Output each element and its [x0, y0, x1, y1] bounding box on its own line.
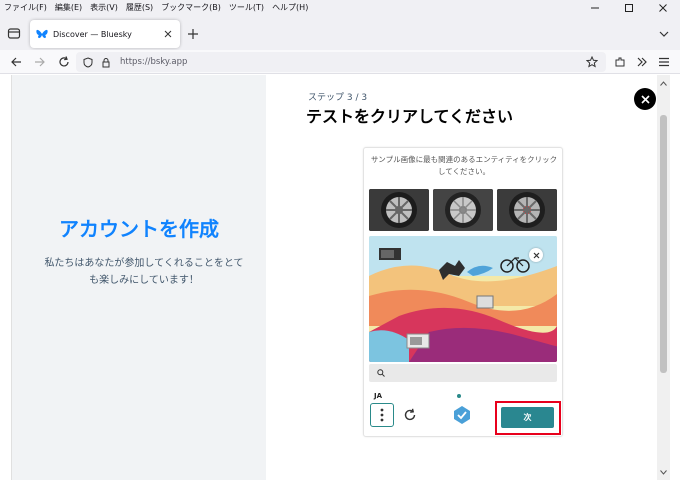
tab-bluesky[interactable]: Discover — Bluesky [30, 20, 180, 48]
page-scrollbar[interactable] [657, 75, 670, 480]
next-button[interactable]: 次 [501, 407, 554, 428]
appliance-object [476, 295, 494, 309]
welcome-message: 私たちはあなたが参加してくれることをとても楽しみにしています！ [44, 258, 244, 286]
tab-close-button[interactable] [162, 28, 174, 40]
sample-image-wheel-2 [433, 189, 493, 231]
window-close-button[interactable] [646, 0, 680, 16]
hamburger-menu-icon [659, 57, 669, 67]
tab-overflow-button[interactable] [656, 26, 672, 42]
progress-dot-active [457, 394, 461, 398]
new-tab-button[interactable] [185, 26, 201, 42]
menu-edit[interactable]: 編集(E) [51, 0, 86, 16]
puzzle-close-button[interactable] [529, 248, 543, 262]
lock-icon[interactable] [100, 56, 112, 68]
tab-title: Discover — Bluesky [53, 29, 132, 39]
url-text: https://bsky.app [120, 57, 188, 67]
menu-view[interactable]: 表示(V) [86, 0, 122, 16]
extensions-button[interactable] [612, 54, 628, 70]
chevron-down-icon [659, 31, 669, 37]
maximize-button[interactable] [612, 0, 646, 16]
page-left-edge [0, 75, 12, 480]
language-label[interactable]: JA [374, 392, 382, 400]
forward-button[interactable] [32, 54, 48, 70]
menu-tools[interactable]: ツール(T) [225, 0, 268, 16]
back-arrow-icon [11, 57, 21, 67]
shield-icon[interactable] [82, 56, 94, 68]
forward-arrow-icon [35, 57, 45, 67]
close-icon [659, 4, 667, 12]
menu-history[interactable]: 履歴(S) [122, 0, 157, 16]
captcha-refresh-button[interactable] [402, 407, 418, 423]
dialog-close-button[interactable] [634, 88, 656, 110]
bluesky-butterfly-icon [36, 28, 48, 40]
minimize-icon [591, 7, 599, 9]
dialog-title: テストをクリアしてください [306, 107, 514, 126]
maximize-icon [625, 4, 633, 12]
plus-icon [188, 29, 198, 39]
minimize-button[interactable] [578, 0, 612, 16]
sample-image-wheel-1 [369, 189, 429, 231]
reload-icon [59, 56, 69, 67]
scroll-down-arrow[interactable] [657, 466, 670, 478]
next-button-highlight: 次 [495, 401, 561, 435]
menu-file[interactable]: ファイル(F) [0, 0, 51, 16]
app-menu-button[interactable] [656, 54, 672, 70]
captcha-menu-button[interactable] [370, 403, 394, 427]
sample-images [369, 189, 557, 231]
chevron-up-icon [660, 80, 667, 86]
double-chevron-right-icon [637, 57, 647, 67]
captcha-prompt: サンプル画像に最も関連のあるエンティティをクリックしてください。 [370, 155, 558, 176]
progress-dots [457, 394, 461, 398]
bookmark-star-icon[interactable] [586, 56, 598, 68]
back-button[interactable] [8, 54, 24, 70]
captcha-provider-logo-icon [452, 405, 472, 425]
page-viewport: アカウントを作成 私たちはあなたが参加してくれることをとても楽しみにしています！… [12, 75, 670, 480]
vertical-dots-icon [380, 408, 384, 422]
menu-bar: ファイル(F) 編集(E) 表示(V) 履歴(S) ブックマーク(B) ツール(… [0, 0, 680, 16]
address-bar[interactable]: https://bsky.app [76, 52, 606, 72]
scrollbar-thumb[interactable] [660, 115, 667, 373]
create-account-title: アカウントを作成 [59, 217, 219, 241]
sample-image-wheel-3 [497, 189, 557, 231]
navigation-bar: https://bsky.app [0, 50, 680, 74]
close-icon [164, 30, 172, 38]
close-icon [640, 94, 650, 104]
refresh-icon [404, 408, 416, 421]
captcha-widget: サンプル画像に最も関連のあるエンティティをクリックしてください。 JA 次 [363, 147, 563, 437]
search-icon [377, 369, 385, 377]
menu-bookmarks[interactable]: ブックマーク(B) [157, 0, 225, 16]
intro-panel: アカウントを作成 私たちはあなたが参加してくれることをとても楽しみにしています！ [12, 75, 266, 480]
extensions-icon [615, 57, 625, 67]
tab-bar: Discover — Bluesky [0, 16, 680, 50]
menu-help[interactable]: ヘルプ(H) [268, 0, 312, 16]
chevron-down-icon [660, 469, 667, 475]
step-indicator: ステップ 3 / 3 [308, 93, 368, 103]
overflow-menu-button[interactable] [634, 54, 650, 70]
tab-list-button[interactable] [6, 25, 22, 41]
reload-button[interactable] [56, 54, 72, 70]
tab-list-icon [7, 28, 21, 39]
close-icon [533, 252, 539, 258]
captcha-search-bar[interactable] [369, 364, 557, 382]
window-controls [578, 0, 680, 16]
scroll-up-arrow[interactable] [657, 77, 670, 89]
